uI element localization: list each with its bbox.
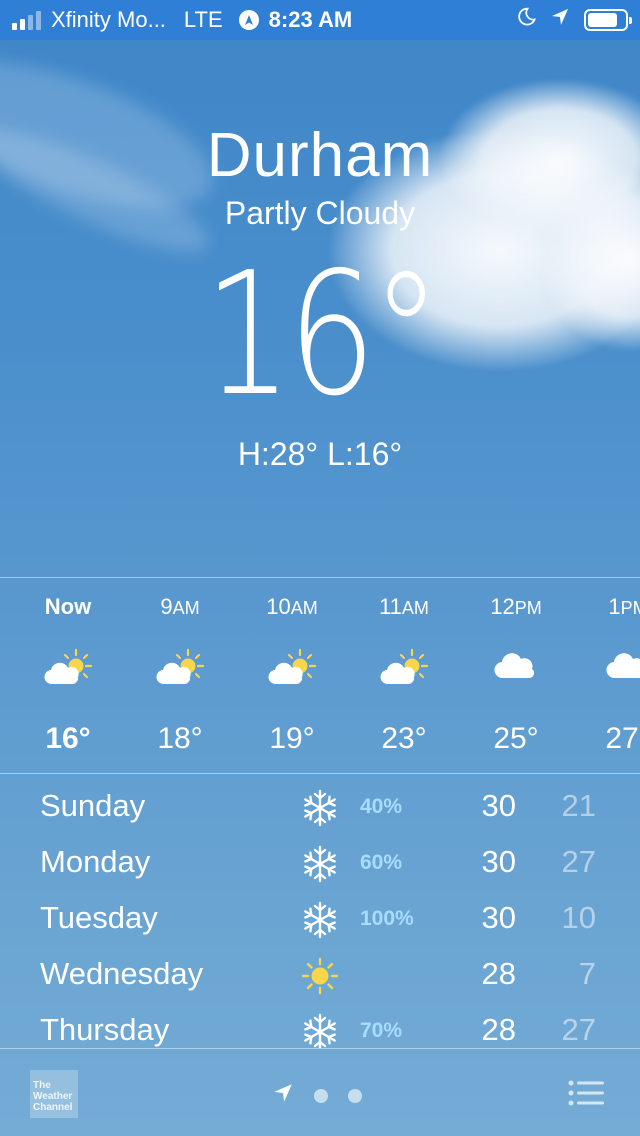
- daily-forecast[interactable]: Sunday 40% 30 21 Monday 60% 30 27 Tuesday 100% 30 1…: [0, 778, 640, 1048]
- snowflake-icon: [300, 900, 340, 940]
- page-dot[interactable]: [348, 1088, 362, 1103]
- weather-channel-logo[interactable]: The Weather Channel: [30, 1070, 78, 1118]
- hour-temperature: 25°: [493, 722, 539, 755]
- list-icon[interactable]: [568, 1079, 604, 1107]
- hourly-item: 9AM 18°: [124, 578, 236, 773]
- hourly-item: 11AM 23°: [348, 578, 460, 773]
- status-time: 8:23 AM: [268, 7, 353, 32]
- low-temperature: 27: [561, 1012, 596, 1047]
- hour-label: 9AM: [160, 594, 200, 619]
- hour-temperature: 23°: [381, 722, 427, 755]
- daily-row: Sunday 40% 30 21: [0, 778, 640, 834]
- hour-label: 11AM: [379, 594, 429, 619]
- battery-icon: [584, 9, 632, 31]
- daily-row: Thursday 70% 28 27: [0, 1002, 640, 1048]
- weather-condition: Partly Cloudy: [224, 195, 416, 231]
- snowflake-icon: [300, 788, 340, 828]
- cloud-icon: [460, 648, 572, 688]
- hourly-item: 10AM 19°: [236, 578, 348, 773]
- precipitation-chance: 70%: [360, 1019, 403, 1042]
- logo-line: The: [33, 1080, 51, 1091]
- snowflake-icon: [300, 1012, 340, 1048]
- location-arrow-icon: [550, 7, 570, 33]
- signal-icon: [12, 10, 41, 30]
- high-temperature: 30: [481, 900, 516, 935]
- high-temperature: 28: [481, 1012, 516, 1047]
- high-temperature: 28: [481, 956, 516, 991]
- network-type: LTE: [183, 7, 223, 32]
- moon-icon: [516, 7, 537, 33]
- precipitation-chance: 40%: [360, 795, 403, 818]
- daily-row: Monday 60% 30 27: [0, 834, 640, 890]
- day-name: Sunday: [40, 788, 146, 823]
- partly-cloudy-icon: [236, 648, 348, 688]
- precipitation-chance: 100%: [360, 907, 414, 930]
- daily-row: Wednesday 28 7: [0, 946, 640, 1002]
- day-name: Wednesday: [40, 956, 204, 991]
- hour-temperature: 16°: [45, 722, 91, 755]
- high-temperature: 30: [481, 844, 516, 879]
- hour-temperature: 18°: [157, 722, 203, 755]
- hourly-item: Now 16°: [12, 578, 124, 773]
- hour-temperature: 19°: [269, 722, 315, 755]
- cloud-icon: [572, 648, 640, 688]
- low-temperature: 27: [561, 844, 596, 879]
- day-name: Tuesday: [40, 900, 158, 935]
- carrier-name: Xfinity Mo...: [51, 7, 166, 32]
- low-temperature: 10: [561, 900, 596, 935]
- hourly-forecast[interactable]: Now 16° 9AM 18° 10AM 19° 11AM 23° 12PM 25° 1PM 27°: [0, 577, 640, 774]
- low-temperature: 7: [578, 956, 596, 991]
- partly-cloudy-icon: [12, 648, 124, 688]
- page-indicator[interactable]: [272, 1082, 362, 1109]
- hour-label: Now: [44, 594, 92, 619]
- hour-label: 12PM: [490, 594, 542, 619]
- logo-line: Channel: [33, 1102, 73, 1113]
- hourly-item: 1PM 27°: [572, 578, 640, 773]
- partly-cloudy-icon: [348, 648, 460, 688]
- hourly-item: 12PM 25°: [460, 578, 572, 773]
- high-temperature: 30: [481, 788, 516, 823]
- partly-cloudy-icon: [124, 648, 236, 688]
- location-arrow-icon: [272, 1082, 294, 1109]
- page-dot[interactable]: [314, 1088, 328, 1103]
- high-low-temperature: H:28° L:16°: [237, 436, 403, 472]
- current-temperature: 16°: [203, 236, 441, 434]
- city-name: Durham: [206, 121, 434, 190]
- sun-icon: [300, 956, 340, 996]
- day-name: Monday: [40, 844, 151, 879]
- current-weather: Durham Partly Cloudy 16° H:28° L:16°: [0, 120, 640, 473]
- snowflake-icon: [300, 844, 340, 884]
- navigation-compass-icon: [238, 10, 259, 30]
- low-temperature: 21: [561, 788, 596, 823]
- hour-label: 10AM: [266, 594, 318, 619]
- daily-row: Tuesday 100% 30 10: [0, 890, 640, 946]
- status-bar: Xfinity Mo... LTE 8:23 AM: [0, 0, 640, 40]
- hour-label: 1PM: [608, 594, 640, 619]
- day-name: Thursday: [40, 1012, 170, 1047]
- precipitation-chance: 60%: [360, 851, 403, 874]
- hour-temperature: 27°: [605, 722, 640, 755]
- bottom-toolbar: The Weather Channel: [0, 1048, 640, 1136]
- logo-line: Weather: [33, 1091, 73, 1102]
